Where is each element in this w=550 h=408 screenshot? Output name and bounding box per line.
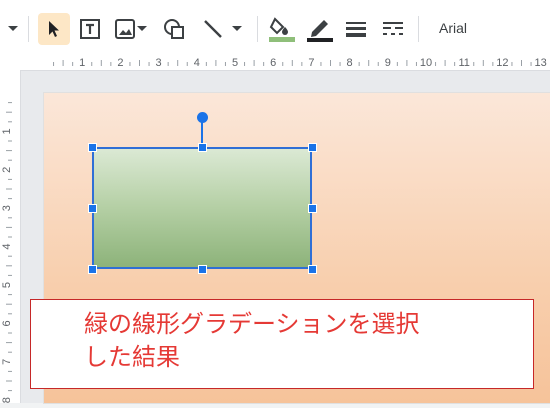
ruler-label: 9 xyxy=(385,57,391,69)
ruler-label: 4 xyxy=(1,244,13,250)
border-weight-icon xyxy=(346,22,366,37)
select-icon xyxy=(49,21,59,37)
resize-handle-left[interactable] xyxy=(88,204,97,213)
font-family-select[interactable]: Arial xyxy=(439,20,467,36)
ruler-label: 12 xyxy=(496,57,508,69)
ruler-label: 5 xyxy=(232,57,238,69)
line-button[interactable] xyxy=(196,13,248,45)
caption-line-2: した結果 xyxy=(84,343,180,371)
select-tool-button[interactable] xyxy=(38,13,70,45)
chevron-down-icon xyxy=(137,26,147,31)
border-color-icon xyxy=(307,20,333,42)
line-icon xyxy=(204,20,222,38)
vertical-ruler: 1 2 3 4 5 6 7 8 xyxy=(0,70,21,403)
fill-color-button[interactable] xyxy=(266,13,298,45)
resize-handle-top-right[interactable] xyxy=(308,143,317,152)
ruler-label: 11 xyxy=(458,57,469,69)
ruler-label: 5 xyxy=(1,282,13,288)
chevron-down-icon xyxy=(232,26,242,31)
fill-color-icon xyxy=(269,17,295,42)
ruler-label: 7 xyxy=(308,57,314,69)
ruler-label: 1 xyxy=(79,57,85,69)
ruler-label: 8 xyxy=(347,57,353,69)
ruler-label: 3 xyxy=(1,205,13,211)
selected-rectangle-shape[interactable] xyxy=(92,147,312,269)
ruler-label: 8 xyxy=(1,397,13,403)
ruler-label: 7 xyxy=(1,359,13,365)
shape-icon xyxy=(164,19,184,39)
border-dash-icon xyxy=(383,22,403,35)
ruler-label: 6 xyxy=(1,320,13,326)
resize-handle-top[interactable] xyxy=(198,143,207,152)
resize-handle-bottom-right[interactable] xyxy=(308,265,317,274)
ruler-label: 10 xyxy=(420,57,432,69)
ruler-label: 1 xyxy=(1,128,13,134)
ruler-label: 4 xyxy=(194,57,200,69)
image-button[interactable] xyxy=(110,13,152,45)
caption-text: 緑の線形グラデーションを選択 した結果 xyxy=(84,308,504,374)
ruler-label: 2 xyxy=(117,57,123,69)
resize-handle-top-left[interactable] xyxy=(88,143,97,152)
more-dropdown-icon[interactable] xyxy=(2,13,24,45)
border-dash-button[interactable] xyxy=(379,13,407,45)
resize-handle-bottom[interactable] xyxy=(198,265,207,274)
ruler-label: 6 xyxy=(270,57,276,69)
text-box-icon xyxy=(80,19,100,39)
toolbar-divider xyxy=(257,16,258,42)
border-weight-button[interactable] xyxy=(342,13,370,45)
ruler-label: 13 xyxy=(534,57,546,69)
horizontal-ruler: 1 2 3 4 5 6 7 8 9 10 11 12 13 xyxy=(0,54,550,71)
border-color-button[interactable] xyxy=(304,13,336,45)
toolbar-divider xyxy=(418,16,419,42)
rotation-handle[interactable] xyxy=(197,112,208,123)
resize-handle-bottom-left[interactable] xyxy=(88,265,97,274)
toolbar-divider xyxy=(28,16,29,42)
toolbar: Arial xyxy=(0,0,550,55)
shape-button[interactable] xyxy=(160,13,188,45)
resize-handle-right[interactable] xyxy=(308,204,317,213)
ruler-label: 2 xyxy=(1,167,13,173)
ruler-label: 3 xyxy=(156,57,162,69)
caption-line-1: 緑の線形グラデーションを選択 xyxy=(84,310,420,338)
image-icon xyxy=(115,19,135,39)
text-box-button[interactable] xyxy=(76,13,104,45)
